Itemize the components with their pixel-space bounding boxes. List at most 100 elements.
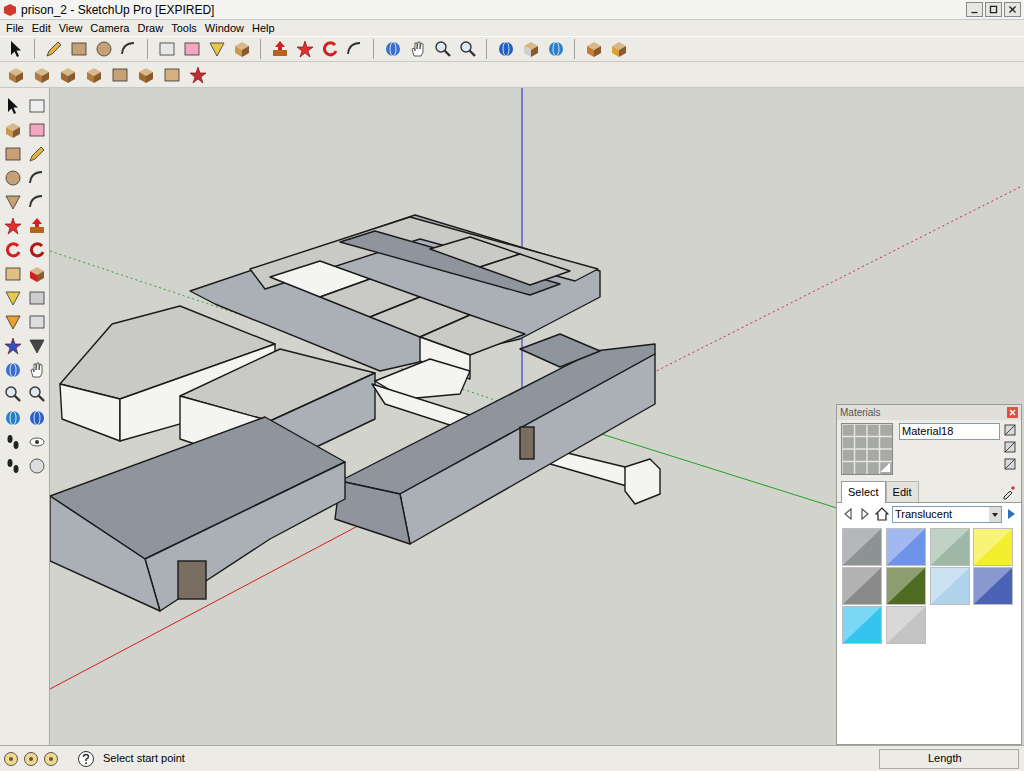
look-around-icon[interactable]: [27, 432, 47, 452]
circle-icon[interactable]: [3, 168, 23, 188]
rotate-icon[interactable]: [320, 39, 340, 59]
previous-icon[interactable]: [3, 408, 23, 428]
protractor-icon[interactable]: [3, 312, 23, 332]
measurements-box[interactable]: Length: [879, 749, 1019, 769]
move-icon[interactable]: [3, 216, 23, 236]
material-swatch[interactable]: [886, 528, 926, 566]
forward-icon[interactable]: [858, 507, 872, 521]
user-icon[interactable]: [43, 751, 59, 767]
dimension-icon[interactable]: [27, 288, 47, 308]
3d-text-icon[interactable]: [27, 336, 47, 356]
menu-item[interactable]: File: [2, 23, 28, 34]
text-icon[interactable]: [27, 312, 47, 332]
back-icon[interactable]: [841, 507, 855, 521]
axes-icon[interactable]: [3, 336, 23, 356]
material-swatch[interactable]: [886, 567, 926, 605]
make-component-icon[interactable]: [157, 39, 177, 59]
section-icon[interactable]: [188, 65, 208, 85]
components-icon[interactable]: [609, 39, 629, 59]
back-view-icon[interactable]: [110, 65, 130, 85]
follow-me-icon[interactable]: [345, 39, 365, 59]
menu-item[interactable]: Window: [201, 23, 248, 34]
details-icon[interactable]: [1005, 507, 1017, 521]
get-photo-texture-icon[interactable]: [584, 39, 604, 59]
section-plane-icon[interactable]: [27, 456, 47, 476]
paint-bucket-icon[interactable]: [232, 39, 252, 59]
select-icon[interactable]: [6, 39, 26, 59]
material-swatch[interactable]: [886, 606, 926, 644]
zoom-icon[interactable]: [433, 39, 453, 59]
material-swatch[interactable]: [842, 567, 882, 605]
polygon-icon[interactable]: [3, 192, 23, 212]
close-button[interactable]: [1004, 2, 1021, 17]
display-secondary-icon[interactable]: [1003, 423, 1017, 437]
arc-icon[interactable]: [119, 39, 139, 59]
material-swatch[interactable]: [842, 528, 882, 566]
move-icon[interactable]: [295, 39, 315, 59]
share-component-icon[interactable]: [546, 39, 566, 59]
collection-dropdown[interactable]: Translucent: [892, 506, 1002, 523]
credits-icon[interactable]: [23, 751, 39, 767]
create-material-icon[interactable]: [1003, 440, 1017, 454]
pan-icon[interactable]: [408, 39, 428, 59]
panel-title-bar[interactable]: Materials: [837, 405, 1021, 420]
material-swatch[interactable]: [973, 528, 1013, 566]
next-icon[interactable]: [27, 408, 47, 428]
help-icon[interactable]: [77, 750, 95, 768]
zoom-window-icon[interactable]: [27, 384, 47, 404]
orbit-icon[interactable]: [383, 39, 403, 59]
line-icon[interactable]: [27, 144, 47, 164]
get-models-icon[interactable]: [496, 39, 516, 59]
close-icon[interactable]: [1007, 407, 1018, 418]
material-swatch[interactable]: [842, 606, 882, 644]
rectangle-icon[interactable]: [69, 39, 89, 59]
zoom-icon[interactable]: [3, 384, 23, 404]
bottom-view-icon[interactable]: [162, 65, 182, 85]
component-icon[interactable]: [27, 96, 47, 116]
rotate-icon[interactable]: [3, 240, 23, 260]
tape-icon[interactable]: [3, 288, 23, 308]
front-view-icon[interactable]: [58, 65, 78, 85]
zoom-extents-icon[interactable]: [458, 39, 478, 59]
maximize-button[interactable]: [985, 2, 1002, 17]
position-camera-icon[interactable]: [3, 432, 23, 452]
paint-icon[interactable]: [3, 120, 23, 140]
panel-tab[interactable]: Select: [841, 481, 886, 503]
material-swatch[interactable]: [930, 528, 970, 566]
left-view-icon[interactable]: [136, 65, 156, 85]
follow-me-icon[interactable]: [27, 240, 47, 260]
arc-icon[interactable]: [27, 168, 47, 188]
material-name-field[interactable]: Material18: [899, 423, 1000, 440]
iso-view-icon[interactable]: [6, 65, 26, 85]
push-pull-icon[interactable]: [270, 39, 290, 59]
eraser-icon[interactable]: [27, 120, 47, 140]
pan-icon[interactable]: [27, 360, 47, 380]
eraser-icon[interactable]: [182, 39, 202, 59]
freehand-icon[interactable]: [27, 192, 47, 212]
top-view-icon[interactable]: [32, 65, 52, 85]
material-swatch[interactable]: [930, 567, 970, 605]
right-view-icon[interactable]: [84, 65, 104, 85]
tape-measure-icon[interactable]: [207, 39, 227, 59]
menu-item[interactable]: Camera: [86, 23, 133, 34]
rectangle-icon[interactable]: [3, 144, 23, 164]
geolocation-icon[interactable]: [3, 751, 19, 767]
menu-item[interactable]: View: [55, 23, 87, 34]
share-model-icon[interactable]: [521, 39, 541, 59]
walk-icon[interactable]: [3, 456, 23, 476]
offset-icon[interactable]: [27, 264, 47, 284]
push-pull-icon[interactable]: [27, 216, 47, 236]
circle-icon[interactable]: [94, 39, 114, 59]
default-material-icon[interactable]: [1003, 457, 1017, 471]
menu-item[interactable]: Help: [248, 23, 279, 34]
menu-item[interactable]: Tools: [167, 23, 201, 34]
minimize-button[interactable]: [966, 2, 983, 17]
orbit-icon[interactable]: [3, 360, 23, 380]
material-swatch[interactable]: [973, 567, 1013, 605]
eyedropper-icon[interactable]: [1001, 484, 1017, 500]
menu-item[interactable]: Draw: [133, 23, 167, 34]
menu-item[interactable]: Edit: [28, 23, 55, 34]
line-icon[interactable]: [44, 39, 64, 59]
select-icon[interactable]: [3, 96, 23, 116]
scale-icon[interactable]: [3, 264, 23, 284]
